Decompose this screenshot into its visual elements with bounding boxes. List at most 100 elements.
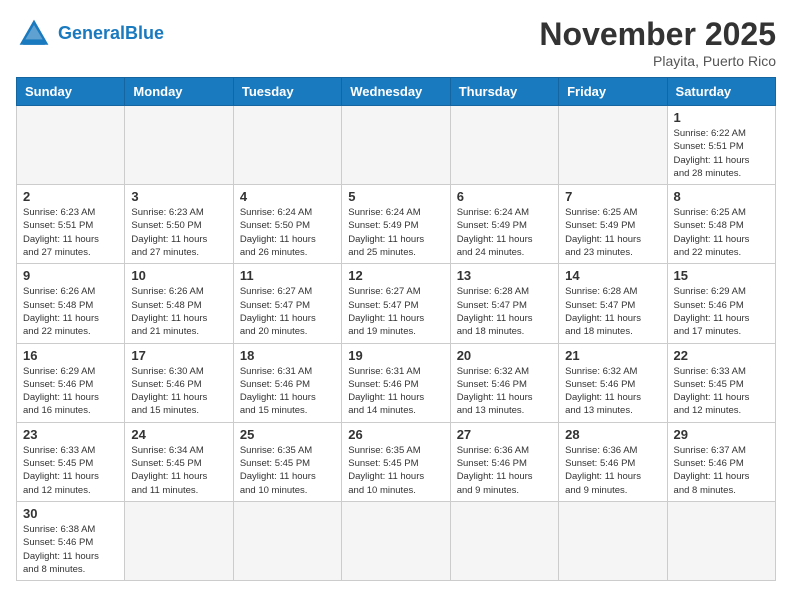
day-info: Sunrise: 6:35 AM Sunset: 5:45 PM Dayligh… xyxy=(240,444,335,497)
day-number: 16 xyxy=(23,348,118,363)
day-info: Sunrise: 6:36 AM Sunset: 5:46 PM Dayligh… xyxy=(457,444,552,497)
day-number: 14 xyxy=(565,268,660,283)
calendar: SundayMondayTuesdayWednesdayThursdayFrid… xyxy=(16,77,776,581)
calendar-cell: 13 Sunrise: 6:28 AM Sunset: 5:47 PM Dayli… xyxy=(450,264,558,343)
calendar-cell: 26 Sunrise: 6:35 AM Sunset: 5:45 PM Dayli… xyxy=(342,422,450,501)
calendar-cell: 17 Sunrise: 6:30 AM Sunset: 5:46 PM Dayli… xyxy=(125,343,233,422)
day-info: Sunrise: 6:35 AM Sunset: 5:45 PM Dayligh… xyxy=(348,444,443,497)
day-info: Sunrise: 6:27 AM Sunset: 5:47 PM Dayligh… xyxy=(240,285,335,338)
weekday-header-friday: Friday xyxy=(559,78,667,106)
day-info: Sunrise: 6:36 AM Sunset: 5:46 PM Dayligh… xyxy=(565,444,660,497)
logo-icon xyxy=(16,16,52,52)
day-number: 9 xyxy=(23,268,118,283)
day-number: 21 xyxy=(565,348,660,363)
calendar-cell xyxy=(233,106,341,185)
calendar-cell xyxy=(342,501,450,580)
day-info: Sunrise: 6:30 AM Sunset: 5:46 PM Dayligh… xyxy=(131,365,226,418)
calendar-cell: 9 Sunrise: 6:26 AM Sunset: 5:48 PM Daylig… xyxy=(17,264,125,343)
calendar-cell: 20 Sunrise: 6:32 AM Sunset: 5:46 PM Dayli… xyxy=(450,343,558,422)
day-info: Sunrise: 6:26 AM Sunset: 5:48 PM Dayligh… xyxy=(131,285,226,338)
calendar-cell: 18 Sunrise: 6:31 AM Sunset: 5:46 PM Dayli… xyxy=(233,343,341,422)
logo-blue: Blue xyxy=(125,23,164,43)
day-info: Sunrise: 6:24 AM Sunset: 5:49 PM Dayligh… xyxy=(457,206,552,259)
day-info: Sunrise: 6:33 AM Sunset: 5:45 PM Dayligh… xyxy=(23,444,118,497)
day-info: Sunrise: 6:29 AM Sunset: 5:46 PM Dayligh… xyxy=(674,285,769,338)
calendar-cell: 24Sunrise: 6:34 AM Sunset: 5:45 PM Dayli… xyxy=(125,422,233,501)
calendar-cell: 14 Sunrise: 6:28 AM Sunset: 5:47 PM Dayli… xyxy=(559,264,667,343)
title-block: November 2025 Playita, Puerto Rico xyxy=(539,16,776,69)
weekday-header-sunday: Sunday xyxy=(17,78,125,106)
calendar-row-6: 30Sunrise: 6:38 AM Sunset: 5:46 PM Dayli… xyxy=(17,501,776,580)
day-number: 1 xyxy=(674,110,769,125)
calendar-cell xyxy=(450,106,558,185)
calendar-cell: 11Sunrise: 6:27 AM Sunset: 5:47 PM Dayli… xyxy=(233,264,341,343)
day-number: 17 xyxy=(131,348,226,363)
calendar-cell: 3Sunrise: 6:23 AM Sunset: 5:50 PM Daylig… xyxy=(125,185,233,264)
day-info: Sunrise: 6:29 AM Sunset: 5:46 PM Dayligh… xyxy=(23,365,118,418)
page-header: GeneralBlue November 2025 Playita, Puert… xyxy=(16,16,776,69)
calendar-cell: 6 Sunrise: 6:24 AM Sunset: 5:49 PM Daylig… xyxy=(450,185,558,264)
calendar-row-3: 9 Sunrise: 6:26 AM Sunset: 5:48 PM Daylig… xyxy=(17,264,776,343)
day-info: Sunrise: 6:27 AM Sunset: 5:47 PM Dayligh… xyxy=(348,285,443,338)
day-info: Sunrise: 6:28 AM Sunset: 5:47 PM Dayligh… xyxy=(457,285,552,338)
calendar-cell xyxy=(17,106,125,185)
day-info: Sunrise: 6:22 AM Sunset: 5:51 PM Dayligh… xyxy=(674,127,769,180)
calendar-cell xyxy=(125,501,233,580)
weekday-header-thursday: Thursday xyxy=(450,78,558,106)
day-info: Sunrise: 6:24 AM Sunset: 5:50 PM Dayligh… xyxy=(240,206,335,259)
calendar-row-1: 1 Sunrise: 6:22 AM Sunset: 5:51 PM Daylig… xyxy=(17,106,776,185)
calendar-cell: 7Sunrise: 6:25 AM Sunset: 5:49 PM Daylig… xyxy=(559,185,667,264)
day-number: 28 xyxy=(565,427,660,442)
day-info: Sunrise: 6:32 AM Sunset: 5:46 PM Dayligh… xyxy=(565,365,660,418)
day-number: 19 xyxy=(348,348,443,363)
calendar-cell xyxy=(125,106,233,185)
weekday-header-monday: Monday xyxy=(125,78,233,106)
day-number: 13 xyxy=(457,268,552,283)
day-number: 2 xyxy=(23,189,118,204)
calendar-row-2: 2 Sunrise: 6:23 AM Sunset: 5:51 PM Daylig… xyxy=(17,185,776,264)
calendar-cell xyxy=(559,501,667,580)
day-number: 23 xyxy=(23,427,118,442)
day-number: 3 xyxy=(131,189,226,204)
day-number: 10 xyxy=(131,268,226,283)
day-number: 15 xyxy=(674,268,769,283)
calendar-cell: 5Sunrise: 6:24 AM Sunset: 5:49 PM Daylig… xyxy=(342,185,450,264)
calendar-cell: 23 Sunrise: 6:33 AM Sunset: 5:45 PM Dayli… xyxy=(17,422,125,501)
day-number: 12 xyxy=(348,268,443,283)
calendar-cell: 28 Sunrise: 6:36 AM Sunset: 5:46 PM Dayli… xyxy=(559,422,667,501)
calendar-cell: 1 Sunrise: 6:22 AM Sunset: 5:51 PM Daylig… xyxy=(667,106,775,185)
calendar-cell: 12 Sunrise: 6:27 AM Sunset: 5:47 PM Dayli… xyxy=(342,264,450,343)
day-number: 6 xyxy=(457,189,552,204)
calendar-cell: 16 Sunrise: 6:29 AM Sunset: 5:46 PM Dayli… xyxy=(17,343,125,422)
calendar-cell xyxy=(667,501,775,580)
day-number: 4 xyxy=(240,189,335,204)
day-number: 30 xyxy=(23,506,118,521)
calendar-cell: 22Sunrise: 6:33 AM Sunset: 5:45 PM Dayli… xyxy=(667,343,775,422)
day-number: 26 xyxy=(348,427,443,442)
calendar-cell: 29Sunrise: 6:37 AM Sunset: 5:46 PM Dayli… xyxy=(667,422,775,501)
weekday-header-saturday: Saturday xyxy=(667,78,775,106)
calendar-cell: 10 Sunrise: 6:26 AM Sunset: 5:48 PM Dayli… xyxy=(125,264,233,343)
calendar-cell: 21 Sunrise: 6:32 AM Sunset: 5:46 PM Dayli… xyxy=(559,343,667,422)
calendar-cell: 4 Sunrise: 6:24 AM Sunset: 5:50 PM Daylig… xyxy=(233,185,341,264)
day-number: 20 xyxy=(457,348,552,363)
day-number: 29 xyxy=(674,427,769,442)
calendar-cell: 2 Sunrise: 6:23 AM Sunset: 5:51 PM Daylig… xyxy=(17,185,125,264)
day-number: 8 xyxy=(674,189,769,204)
day-info: Sunrise: 6:31 AM Sunset: 5:46 PM Dayligh… xyxy=(240,365,335,418)
day-info: Sunrise: 6:32 AM Sunset: 5:46 PM Dayligh… xyxy=(457,365,552,418)
calendar-cell xyxy=(233,501,341,580)
day-number: 5 xyxy=(348,189,443,204)
logo-general: General xyxy=(58,23,125,43)
calendar-cell: 27Sunrise: 6:36 AM Sunset: 5:46 PM Dayli… xyxy=(450,422,558,501)
calendar-cell: 19Sunrise: 6:31 AM Sunset: 5:46 PM Dayli… xyxy=(342,343,450,422)
weekday-header-row: SundayMondayTuesdayWednesdayThursdayFrid… xyxy=(17,78,776,106)
day-info: Sunrise: 6:25 AM Sunset: 5:49 PM Dayligh… xyxy=(565,206,660,259)
day-number: 18 xyxy=(240,348,335,363)
day-info: Sunrise: 6:23 AM Sunset: 5:51 PM Dayligh… xyxy=(23,206,118,259)
day-info: Sunrise: 6:34 AM Sunset: 5:45 PM Dayligh… xyxy=(131,444,226,497)
location: Playita, Puerto Rico xyxy=(539,53,776,69)
day-info: Sunrise: 6:28 AM Sunset: 5:47 PM Dayligh… xyxy=(565,285,660,338)
calendar-row-5: 23 Sunrise: 6:33 AM Sunset: 5:45 PM Dayli… xyxy=(17,422,776,501)
day-info: Sunrise: 6:26 AM Sunset: 5:48 PM Dayligh… xyxy=(23,285,118,338)
